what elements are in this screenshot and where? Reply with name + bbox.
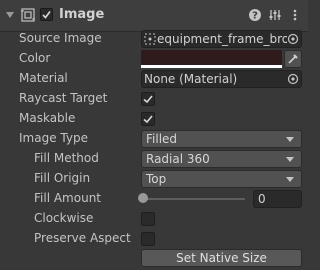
color-field[interactable] <box>141 50 302 68</box>
sprite-icon <box>144 33 156 45</box>
clockwise-label: Clockwise <box>34 211 94 225</box>
more-icon[interactable] <box>288 8 302 22</box>
source-image-value: equipment_frame_brow <box>157 32 299 46</box>
image-type-label: Image Type <box>19 131 88 145</box>
raycast-target-row: Raycast Target <box>0 89 308 109</box>
checkmark-icon <box>143 115 153 124</box>
dropdown-arrow-icon <box>286 137 294 142</box>
material-label: Material <box>19 71 68 85</box>
material-row: Material None (Material) <box>0 69 308 89</box>
preserve-aspect-row: Preserve Aspect <box>0 229 308 249</box>
raycast-target-checkbox[interactable] <box>141 92 155 106</box>
preserve-aspect-checkbox[interactable] <box>141 232 155 246</box>
component-header: Image ? <box>0 0 308 32</box>
checkmark-icon <box>143 95 153 104</box>
alpha-bar <box>141 65 282 68</box>
clockwise-checkbox[interactable] <box>141 212 155 226</box>
image-type-value: Filled <box>146 132 178 146</box>
component-enabled-checkbox[interactable] <box>40 8 53 21</box>
fill-amount-value: 0 <box>258 192 266 206</box>
fill-method-row: Fill Method Radial 360 <box>0 149 308 169</box>
object-picker-icon[interactable] <box>287 33 299 45</box>
set-native-size-row: Set Native Size <box>0 248 308 268</box>
help-icon[interactable]: ? <box>248 8 262 22</box>
svg-text:?: ? <box>252 11 258 22</box>
image-type-dropdown[interactable]: Filled <box>141 130 302 148</box>
fill-method-value: Radial 360 <box>146 152 210 166</box>
source-image-label: Source Image <box>19 31 102 45</box>
fill-amount-row: Fill Amount 0 <box>0 189 308 209</box>
fill-method-label: Fill Method <box>34 151 99 165</box>
preserve-aspect-label: Preserve Aspect <box>34 231 131 245</box>
fill-origin-dropdown[interactable]: Top <box>141 170 302 188</box>
checkmark-icon <box>42 11 51 19</box>
slider-thumb[interactable] <box>138 193 148 203</box>
image-type-row: Image Type Filled <box>0 129 308 149</box>
eyedropper-icon <box>288 54 298 64</box>
maskable-checkbox[interactable] <box>141 112 155 126</box>
fill-origin-row: Fill Origin Top <box>0 169 308 189</box>
clockwise-row: Clockwise <box>0 209 308 229</box>
preset-icon[interactable] <box>268 8 282 22</box>
color-swatch[interactable] <box>141 50 282 68</box>
image-component-icon <box>21 8 35 22</box>
set-native-size-button[interactable]: Set Native Size <box>141 249 302 267</box>
fill-amount-input[interactable]: 0 <box>253 190 302 208</box>
dropdown-arrow-icon <box>286 177 294 182</box>
fill-origin-value: Top <box>146 172 167 186</box>
foldout-arrow-icon[interactable] <box>6 12 14 18</box>
fill-amount-slider[interactable] <box>141 198 245 200</box>
object-picker-icon[interactable] <box>287 73 299 85</box>
source-image-row: Source Image equipment_frame_brow <box>0 29 308 49</box>
component-title: Image <box>59 7 105 22</box>
material-value: None (Material) <box>144 72 238 86</box>
fill-origin-label: Fill Origin <box>34 171 91 185</box>
color-row: Color <box>0 49 308 69</box>
source-image-field[interactable]: equipment_frame_brow <box>141 30 302 48</box>
fill-method-dropdown[interactable]: Radial 360 <box>141 150 302 168</box>
eyedropper-button[interactable] <box>284 50 302 68</box>
fill-amount-label: Fill Amount <box>34 191 102 205</box>
color-label: Color <box>19 51 51 65</box>
maskable-row: Maskable <box>0 109 308 129</box>
material-field[interactable]: None (Material) <box>141 70 302 88</box>
dropdown-arrow-icon <box>286 157 294 162</box>
raycast-target-label: Raycast Target <box>19 91 108 105</box>
maskable-label: Maskable <box>19 111 76 125</box>
